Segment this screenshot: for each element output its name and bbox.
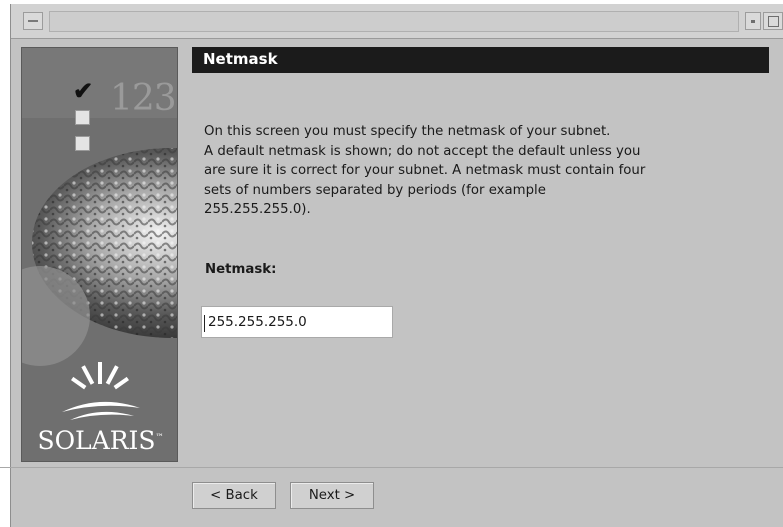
- instructions-line: sets of numbers separated by periods (fo…: [204, 182, 546, 198]
- window-minimize-icon[interactable]: [745, 12, 761, 30]
- next-button[interactable]: Next >: [290, 482, 374, 509]
- step-numbers: 123: [110, 78, 177, 119]
- instructions-line: are sure it is correct for your subnet. …: [204, 163, 646, 179]
- trademark-symbol: ™: [155, 432, 164, 442]
- netmask-label: Netmask:: [205, 262, 277, 277]
- side-graphic-panel: ✔ 123 SOLARIS™: [21, 47, 178, 462]
- title-bar: [11, 4, 783, 39]
- solaris-brand: SOLARIS™: [22, 426, 177, 455]
- instructions-line: On this screen you must specify the netm…: [204, 124, 611, 139]
- netmask-input[interactable]: [201, 306, 393, 338]
- instructions-text: On this screen you must specify the netm…: [204, 122, 759, 220]
- footer-divider: [0, 467, 783, 468]
- page-title: Netmask: [203, 50, 278, 68]
- checkmark-icon: ✔: [73, 76, 94, 105]
- window-maximize-icon[interactable]: [763, 12, 783, 30]
- text-cursor: [204, 315, 205, 332]
- page-header: Netmask: [192, 47, 769, 73]
- step-box: [75, 136, 90, 151]
- window-menu-icon[interactable]: [23, 12, 43, 30]
- title-bar-field: [49, 11, 739, 32]
- brand-text: SOLARIS: [37, 426, 156, 455]
- instructions-line: A default netmask is shown; do not accep…: [204, 143, 641, 159]
- step-box: [75, 110, 90, 125]
- instructions-line: 255.255.255.0).: [204, 202, 311, 218]
- back-button[interactable]: < Back: [192, 482, 276, 509]
